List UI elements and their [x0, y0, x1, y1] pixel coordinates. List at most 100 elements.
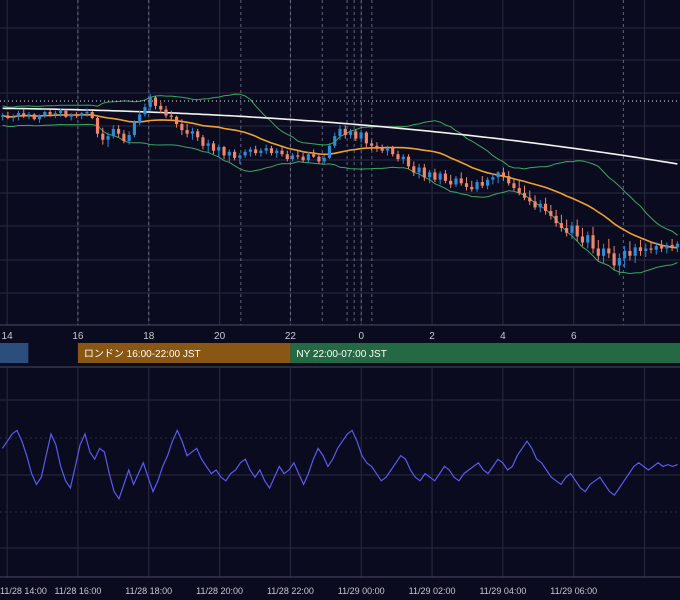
- candle-body: [396, 154, 400, 160]
- candle-body: [586, 235, 590, 243]
- candle: [90, 110, 94, 120]
- candle-body: [269, 148, 274, 154]
- top-tick-label: 6: [571, 331, 577, 342]
- candle-body: [480, 182, 484, 186]
- bottom-tick-label: 11/28 16:00: [54, 586, 101, 596]
- candle-body: [248, 149, 252, 152]
- candle-body: [449, 180, 453, 185]
- candle-body: [64, 110, 68, 117]
- top-tick-label: 0: [358, 331, 364, 342]
- candle-body: [254, 149, 258, 154]
- candle-body: [475, 182, 479, 190]
- candle-body: [375, 145, 379, 149]
- candle-body: [201, 137, 205, 146]
- candle-body: [538, 203, 542, 208]
- candle-body: [169, 115, 173, 117]
- top-tick-label: 14: [2, 331, 14, 342]
- candle-body: [601, 248, 606, 256]
- bottom-tick-label: 11/29 06:00: [550, 586, 597, 596]
- candle-body: [80, 113, 84, 116]
- candle-body: [16, 113, 21, 117]
- bottom-tick-label: 11/28 20:00: [196, 586, 243, 596]
- candle-body: [575, 225, 579, 237]
- candle-body: [164, 109, 168, 116]
- candle-body: [544, 203, 548, 212]
- candle-body: [559, 223, 563, 228]
- candle-body: [491, 177, 495, 180]
- candle-body: [53, 113, 57, 115]
- candle-body: [275, 150, 279, 154]
- candle-body: [290, 155, 295, 160]
- candle-body: [32, 114, 36, 120]
- session-bar-0: [0, 343, 29, 363]
- candle-body: [138, 114, 142, 123]
- candle-body: [659, 246, 664, 249]
- candle-body: [180, 124, 184, 131]
- candle-body: [517, 188, 521, 193]
- candle-body: [496, 172, 500, 178]
- candle-body: [217, 146, 221, 151]
- candle-body: [528, 197, 532, 202]
- candle-body: [654, 246, 658, 250]
- candle-body: [580, 236, 585, 243]
- candle-body: [153, 97, 158, 106]
- candle-body: [507, 176, 511, 184]
- candle-body: [259, 150, 263, 154]
- bottom-tick-label: 11/29 02:00: [409, 586, 456, 596]
- candle-body: [533, 201, 537, 208]
- candle-body: [317, 156, 321, 162]
- candle-body: [644, 248, 648, 251]
- candle-body: [159, 105, 163, 110]
- candle-body: [359, 132, 363, 139]
- candle-body: [649, 248, 653, 250]
- candle-body: [122, 133, 126, 141]
- candle-body: [243, 151, 247, 156]
- session-bars: ロンドン 16:00-22:00 JST NY 22:00-07:00 JST: [0, 343, 680, 363]
- candle-body: [132, 122, 136, 135]
- candle-body: [628, 250, 632, 256]
- candle-body: [74, 114, 79, 116]
- candle-body: [333, 136, 337, 146]
- candle: [64, 109, 68, 118]
- candle-body: [27, 114, 31, 116]
- top-tick-label: 16: [72, 331, 84, 342]
- bottom-tick-label: 11/29 04:00: [479, 586, 526, 596]
- candle: [132, 120, 136, 138]
- candle-body: [211, 143, 216, 151]
- bottom-tick-label: 11/29 00:00: [338, 586, 385, 596]
- candle-body: [401, 156, 405, 160]
- candle-body: [90, 111, 94, 118]
- candle-body: [464, 183, 469, 187]
- candle-body: [591, 235, 595, 249]
- candle-body: [95, 117, 100, 134]
- candle-body: [638, 247, 643, 251]
- candle-body: [22, 113, 26, 116]
- candle-body: [69, 114, 73, 117]
- candle-body: [312, 154, 316, 157]
- candle-body: [327, 145, 332, 158]
- candle-body: [343, 128, 347, 135]
- candle-body: [196, 131, 200, 138]
- bottom-tick-label: 11/28 18:00: [125, 586, 172, 596]
- session-label-1: ロンドン 16:00-22:00 JST: [84, 349, 201, 360]
- candle-body: [596, 248, 600, 256]
- chart-canvas: 14 16 18 20 22 0 2 4 6 ロンドン 16:00-22:00 JST NY 22…: [0, 0, 680, 600]
- candle-body: [675, 243, 679, 248]
- candle-body: [37, 115, 42, 120]
- candle-body: [665, 244, 669, 249]
- candle-body: [570, 225, 574, 233]
- candle-body: [454, 178, 458, 185]
- candle-body: [607, 248, 611, 254]
- candle-body: [433, 172, 437, 180]
- candle-body: [380, 148, 384, 151]
- bottom-tick-label: 11/28 14:00: [0, 586, 47, 596]
- bottom-tick-label: 11/28 22:00: [267, 586, 314, 596]
- candle-body: [285, 154, 289, 160]
- candle-body: [6, 115, 10, 118]
- candle-body: [486, 179, 490, 186]
- candle-body: [175, 116, 179, 125]
- candle-body: [264, 148, 268, 151]
- chart-background: [0, 0, 680, 600]
- candle-body: [1, 115, 5, 117]
- candle-body: [190, 131, 194, 134]
